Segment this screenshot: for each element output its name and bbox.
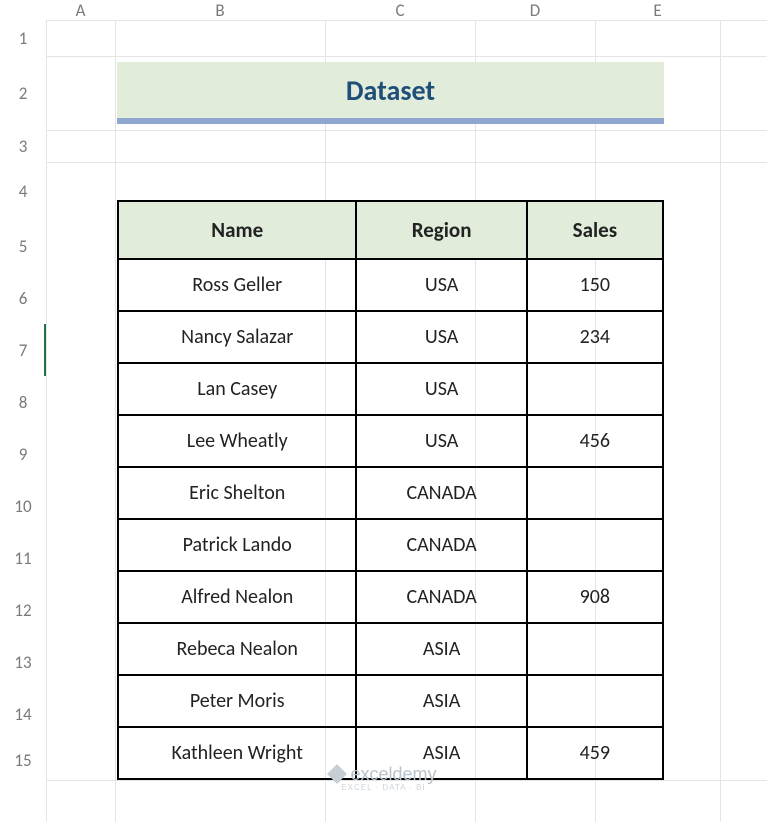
row-header-6[interactable]: 6 (0, 272, 46, 324)
data-table: Name Region Sales Ross GellerUSA150 Nanc… (117, 200, 664, 780)
cell-region[interactable]: ASIA (356, 623, 526, 675)
cell-sales[interactable] (527, 467, 663, 519)
row-header-9[interactable]: 9 (0, 428, 46, 480)
table-row: Eric SheltonCANADA (118, 467, 663, 519)
row-header-15[interactable]: 15 (0, 740, 46, 780)
cell-sales[interactable]: 234 (527, 311, 663, 363)
cell-name[interactable]: Kathleen Wright (118, 727, 356, 779)
cell-sales[interactable] (527, 675, 663, 727)
row-header-12[interactable]: 12 (0, 584, 46, 636)
cell-region[interactable]: USA (356, 311, 526, 363)
table-row: Lan CaseyUSA (118, 363, 663, 415)
cell-sales[interactable] (527, 623, 663, 675)
cell-region[interactable]: ASIA (356, 727, 526, 779)
cell-name[interactable]: Ross Geller (118, 259, 356, 311)
cell-sales[interactable]: 459 (527, 727, 663, 779)
cell-name[interactable]: Lee Wheatly (118, 415, 356, 467)
cell-sales[interactable] (527, 519, 663, 571)
row-header-3[interactable]: 3 (0, 130, 46, 162)
row-header-14[interactable]: 14 (0, 688, 46, 740)
row-header-10[interactable]: 10 (0, 480, 46, 532)
cell-sales[interactable]: 456 (527, 415, 663, 467)
select-all-corner[interactable] (0, 0, 46, 20)
cell-region[interactable]: USA (356, 363, 526, 415)
column-header-B[interactable]: B (115, 0, 325, 20)
row-header-2[interactable]: 2 (0, 56, 46, 130)
column-header-D[interactable]: D (475, 0, 595, 20)
cell-region[interactable]: USA (356, 415, 526, 467)
cell-name[interactable]: Rebeca Nealon (118, 623, 356, 675)
row-header-1[interactable]: 1 (0, 20, 46, 56)
row-header-4[interactable]: 4 (0, 162, 46, 220)
row-header-8[interactable]: 8 (0, 376, 46, 428)
cell-name[interactable]: Lan Casey (118, 363, 356, 415)
row-header-13[interactable]: 13 (0, 636, 46, 688)
cell-region[interactable]: ASIA (356, 675, 526, 727)
header-region[interactable]: Region (356, 201, 526, 259)
header-name[interactable]: Name (118, 201, 356, 259)
cell-name[interactable]: Eric Shelton (118, 467, 356, 519)
cell-region[interactable]: CANADA (356, 519, 526, 571)
column-header-E[interactable]: E (595, 0, 720, 20)
header-sales[interactable]: Sales (527, 201, 663, 259)
dataset-title: Dataset (117, 62, 664, 124)
column-header-A[interactable]: A (46, 0, 115, 20)
cell-region[interactable]: USA (356, 259, 526, 311)
table-row: Patrick LandoCANADA (118, 519, 663, 571)
cell-region[interactable]: CANADA (356, 571, 526, 623)
table-row: Alfred NealonCANADA908 (118, 571, 663, 623)
cell-sales[interactable]: 908 (527, 571, 663, 623)
cell-name[interactable]: Nancy Salazar (118, 311, 356, 363)
table-row: Kathleen WrightASIA459 (118, 727, 663, 779)
column-header-C[interactable]: C (325, 0, 475, 20)
cell-sales[interactable]: 150 (527, 259, 663, 311)
table-header-row: Name Region Sales (118, 201, 663, 259)
table-row: Nancy SalazarUSA234 (118, 311, 663, 363)
cell-name[interactable]: Alfred Nealon (118, 571, 356, 623)
cell-name[interactable]: Peter Moris (118, 675, 356, 727)
cell-sales[interactable] (527, 363, 663, 415)
watermark-sub: EXCEL · DATA · BI (0, 783, 767, 792)
table-row: Peter MorisASIA (118, 675, 663, 727)
table-row: Ross GellerUSA150 (118, 259, 663, 311)
table-row: Rebeca NealonASIA (118, 623, 663, 675)
cell-region[interactable]: CANADA (356, 467, 526, 519)
table-row: Lee WheatlyUSA456 (118, 415, 663, 467)
row-header-5[interactable]: 5 (0, 220, 46, 272)
cell-name[interactable]: Patrick Lando (118, 519, 356, 571)
row-header-11[interactable]: 11 (0, 532, 46, 584)
row-header-7[interactable]: 7 (0, 324, 46, 376)
